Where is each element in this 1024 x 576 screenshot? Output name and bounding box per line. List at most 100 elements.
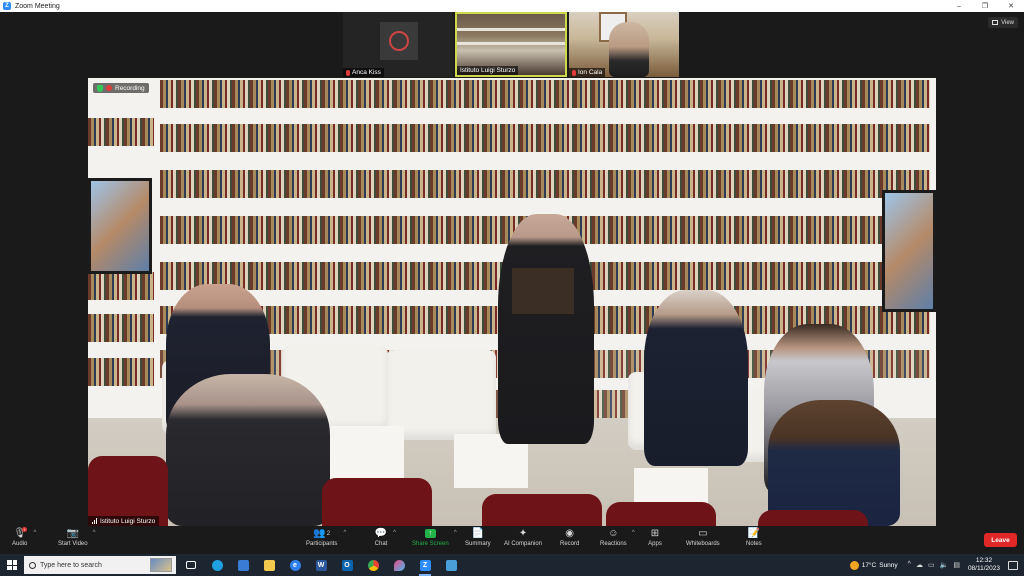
chat-button[interactable]: 💬 Chat ^	[374, 528, 396, 547]
recording-indicator: Recording	[93, 83, 149, 93]
red-chair	[758, 510, 868, 526]
zoom-app[interactable]: Z	[412, 554, 438, 576]
whiteboard-icon: ▭	[698, 528, 708, 539]
summary-button[interactable]: 📄 Summary	[465, 528, 491, 547]
ai-companion-button[interactable]: ✦ AI Companion	[504, 528, 542, 547]
folder-icon	[263, 559, 275, 571]
shelf-line	[457, 28, 565, 31]
red-chair	[482, 494, 602, 526]
participants-button[interactable]: 👥 2 Participants ^	[306, 528, 346, 547]
outlook-icon: O	[341, 559, 353, 571]
ai-companion-label: AI Companion	[504, 541, 543, 547]
summary-label: Summary	[465, 541, 491, 547]
start-video-button[interactable]: 📷 Start Video ^	[58, 528, 96, 547]
windows-logo-icon	[7, 560, 17, 570]
side-table	[324, 426, 404, 482]
keyboard-icon[interactable]: ▤	[953, 561, 960, 569]
leave-button[interactable]: Leave	[984, 533, 1017, 547]
outlook-app[interactable]: O	[334, 554, 360, 576]
window-controls: – ❐ ✕	[946, 0, 1024, 12]
task-view-icon	[186, 561, 196, 569]
summary-icon: 📄	[471, 528, 485, 539]
chrome-icon	[367, 559, 379, 571]
volume-icon[interactable]: 🔈	[940, 561, 949, 569]
notes-button[interactable]: 📝 Notes	[746, 528, 762, 547]
chevron-up-icon[interactable]: ^	[632, 530, 635, 536]
title-bar: Z Zoom Meeting – ❐ ✕	[0, 0, 1024, 12]
mic-muted-icon	[346, 69, 350, 76]
whiteboards-button[interactable]: ▭ Whiteboards	[686, 528, 720, 547]
photos-app[interactable]	[230, 554, 256, 576]
view-button-label: View	[1001, 19, 1014, 26]
participant-name-tag: Anca Kiss	[343, 68, 384, 77]
chevron-up-icon[interactable]: ^	[393, 530, 396, 536]
chevron-up-icon[interactable]: ^	[93, 530, 96, 536]
participant-name-tag: Ion Cala	[569, 68, 606, 77]
warning-badge-icon: !	[22, 527, 27, 532]
chevron-up-icon[interactable]: ^	[344, 530, 347, 536]
weather-text: Sunny	[879, 561, 898, 569]
reactions-button[interactable]: ☺ Reactions ^	[600, 528, 635, 547]
zoom-logo-icon: Z	[3, 2, 11, 10]
participant-video	[609, 22, 649, 77]
video-off-icon: 📷	[66, 528, 79, 539]
taskbar-search[interactable]: Type here to search	[24, 556, 176, 574]
notification-icon[interactable]	[1008, 560, 1018, 570]
system-tray: 17°C Sunny ^ ☁ ▭ 🔈 ▤ 12:32 08/11/2023	[849, 554, 1024, 576]
misc-app[interactable]	[438, 554, 464, 576]
book-row	[160, 80, 930, 108]
record-icon: ◉	[565, 528, 575, 539]
chevron-up-icon[interactable]: ^	[34, 530, 37, 536]
thumbnail-strip: Anca Kiss Istituto Luigi Sturzo Ion Cala	[343, 12, 679, 77]
maximize-button[interactable]: ❐	[972, 0, 998, 12]
recording-label: Recording	[115, 84, 145, 92]
lectern	[512, 268, 574, 314]
word-app[interactable]: W	[308, 554, 334, 576]
start-button[interactable]	[0, 554, 24, 576]
view-button[interactable]: View	[988, 17, 1018, 28]
weather-widget[interactable]: 17°C Sunny	[849, 560, 898, 570]
main-video[interactable]: Recording Istituto Luigi Sturzo	[88, 78, 936, 526]
audio-label: Audio	[12, 541, 28, 547]
book-row	[160, 170, 930, 198]
minimize-button[interactable]: –	[946, 0, 972, 12]
signal-icon	[92, 518, 97, 524]
apps-label: Apps	[648, 541, 662, 547]
chrome-app[interactable]	[360, 554, 386, 576]
paint-app[interactable]	[386, 554, 412, 576]
profile-logo-icon	[389, 31, 409, 51]
chevron-up-icon[interactable]: ^	[454, 530, 457, 536]
ie-app[interactable]: e	[282, 554, 308, 576]
close-button[interactable]: ✕	[998, 0, 1024, 12]
red-chair	[606, 502, 716, 526]
file-explorer-app[interactable]	[256, 554, 282, 576]
onedrive-icon[interactable]: ☁	[916, 561, 923, 569]
clock[interactable]: 12:32 08/11/2023	[968, 557, 1000, 573]
participant-thumbnail[interactable]: Ion Cala	[569, 12, 679, 77]
red-chair	[322, 478, 432, 526]
apps-button[interactable]: ⊞ Apps	[648, 528, 662, 547]
network-icon[interactable]: ▭	[928, 561, 935, 569]
chat-label: Chat	[374, 541, 388, 547]
participants-count: 2	[326, 530, 331, 537]
avatar	[380, 22, 418, 60]
grid-icon	[992, 20, 999, 25]
edge-app[interactable]	[204, 554, 230, 576]
search-icon	[29, 561, 36, 569]
record-label: Record	[560, 541, 580, 547]
shelf-line	[457, 42, 565, 45]
internet-explorer-icon: e	[289, 559, 301, 571]
main-participant-name: Istituto Luigi Sturzo	[100, 517, 156, 525]
shield-icon	[97, 84, 103, 92]
audio-button[interactable]: 🎙 ! Audio ^	[12, 527, 36, 547]
participant-thumbnail[interactable]: Anca Kiss	[343, 12, 453, 77]
book-row	[88, 272, 154, 300]
task-view-button[interactable]	[178, 554, 204, 576]
share-screen-button[interactable]: ↑ Share Screen ^	[412, 528, 457, 547]
participant-thumbnail-active[interactable]: Istituto Luigi Sturzo	[455, 12, 567, 77]
book-row	[88, 118, 154, 146]
notes-icon: 📝	[747, 528, 761, 539]
chevron-up-icon[interactable]: ^	[908, 561, 911, 569]
windows-taskbar: Type here to search e W O Z 17°C Sunny ^	[0, 554, 1024, 576]
record-button[interactable]: ◉ Record	[560, 528, 579, 547]
